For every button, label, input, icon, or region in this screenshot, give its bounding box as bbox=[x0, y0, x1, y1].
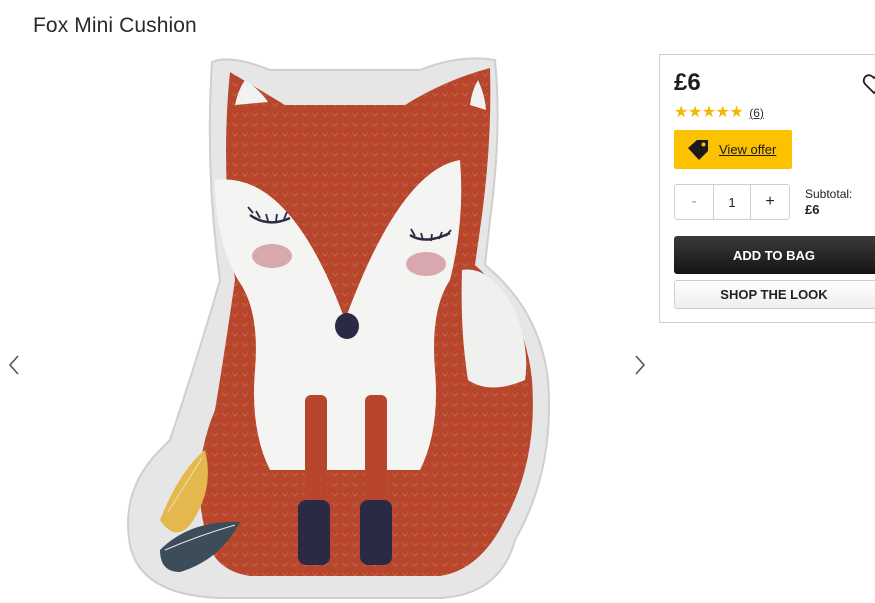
star-rating: ★★★★★ bbox=[674, 104, 744, 121]
buy-panel: £6 ★★★★★ (6) View offer - 1 + Subtotal: … bbox=[659, 54, 875, 323]
shop-the-look-button[interactable]: SHOP THE LOOK bbox=[674, 280, 875, 309]
chevron-left-icon bbox=[8, 355, 19, 375]
chevron-right-icon bbox=[635, 355, 646, 375]
page-title: Fox Mini Cushion bbox=[33, 14, 197, 37]
quantity-decrease-button[interactable]: - bbox=[675, 185, 713, 219]
quantity-stepper: - 1 + bbox=[674, 184, 790, 220]
price: £6 bbox=[674, 69, 701, 96]
heart-icon bbox=[862, 74, 875, 95]
price-tag-icon bbox=[688, 139, 708, 160]
product-image-gallery bbox=[0, 45, 660, 603]
view-offer-button[interactable]: View offer bbox=[674, 130, 792, 169]
subtotal: Subtotal: £6 bbox=[805, 186, 852, 218]
rating: ★★★★★ (6) bbox=[674, 105, 764, 121]
wishlist-button[interactable] bbox=[862, 72, 875, 96]
view-offer-label: View offer bbox=[719, 142, 777, 157]
review-count-link[interactable]: (6) bbox=[749, 106, 764, 120]
quantity-increase-button[interactable]: + bbox=[751, 185, 789, 219]
subtotal-label: Subtotal: bbox=[805, 187, 853, 201]
gallery-prev-button[interactable] bbox=[4, 351, 24, 379]
subtotal-value: £6 bbox=[805, 202, 820, 217]
quantity-input[interactable]: 1 bbox=[713, 185, 751, 219]
product-image bbox=[127, 57, 551, 599]
gallery-next-button[interactable] bbox=[630, 351, 650, 379]
add-to-bag-button[interactable]: ADD TO BAG bbox=[674, 236, 875, 274]
